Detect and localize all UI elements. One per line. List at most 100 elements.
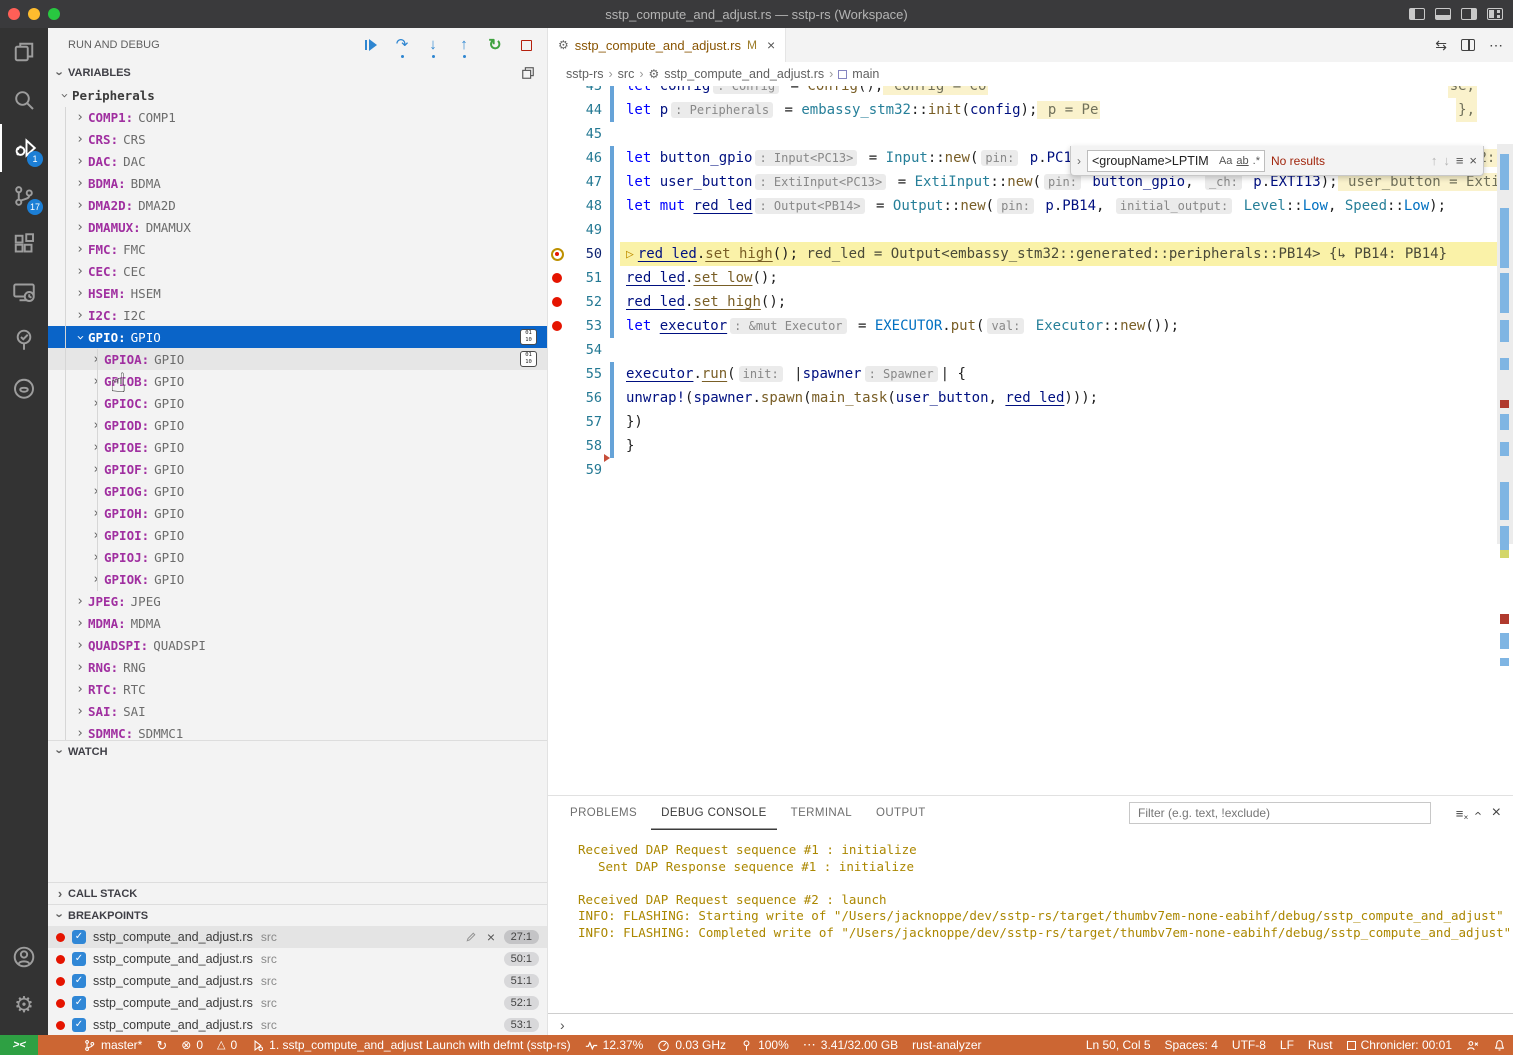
chevron-right-icon[interactable]: › (72, 286, 88, 301)
status-feedback[interactable] (1459, 1035, 1486, 1055)
breakpoint-gutter-icon[interactable] (548, 297, 566, 307)
status-cursor-position[interactable]: Ln 50, Col 5 (1079, 1035, 1158, 1055)
breakpoint-row[interactable]: ✓sstp_compute_and_adjust.rssrc50:1 (48, 948, 547, 970)
code-line-49[interactable]: 49 (548, 218, 1497, 242)
tree-item-i2c[interactable]: ›I2C:I2C (48, 304, 547, 326)
toggle-panel-icon[interactable] (1435, 8, 1451, 20)
status-branch[interactable]: master* (76, 1035, 149, 1055)
status-indentation[interactable]: Spaces: 4 (1158, 1035, 1225, 1055)
continue-button[interactable] (362, 36, 380, 54)
tree-item-dmamux[interactable]: ›DMAMUX:DMAMUX (48, 216, 547, 238)
status-eol[interactable]: LF (1273, 1035, 1301, 1055)
activity-source-control-icon[interactable]: 17 (0, 172, 48, 220)
status-sensor[interactable]: 100% (733, 1035, 796, 1055)
breakpoint-gutter-icon[interactable] (548, 273, 566, 283)
activity-extensions-icon[interactable] (0, 220, 48, 268)
tree-item-mdma[interactable]: ›MDMA:MDMA (48, 612, 547, 634)
chevron-right-icon[interactable]: › (72, 176, 88, 191)
edit-breakpoint-icon[interactable] (465, 931, 477, 943)
tree-item-quadspi[interactable]: ›QUADSPI:QUADSPI (48, 634, 547, 656)
tree-item-gpioa[interactable]: ›GPIOA:GPIO0110 (48, 348, 547, 370)
status-language[interactable]: Rust (1301, 1035, 1340, 1055)
tree-item-rtc[interactable]: ›RTC:RTC (48, 678, 547, 700)
breadcrumb-item[interactable]: sstp-rs (566, 67, 604, 81)
breakpoint-row[interactable]: ✓sstp_compute_and_adjust.rssrc×27:1 (48, 926, 547, 948)
panel-tab-problems[interactable]: PROBLEMS (560, 796, 647, 830)
view-binary-icon[interactable]: 0110 (520, 329, 537, 345)
tab-sstp-compute-and-adjust[interactable]: ⚙ sstp_compute_and_adjust.rs M × (548, 28, 786, 62)
restart-button[interactable]: ↻ (486, 36, 504, 54)
code-line-48[interactable]: 48 let mut red_led: Output<PB14> = Outpu… (548, 194, 1497, 218)
chevron-right-icon[interactable]: › (72, 704, 88, 719)
toggle-secondary-sidebar-icon[interactable] (1461, 8, 1477, 20)
chevron-down-icon[interactable]: › (73, 329, 88, 345)
step-into-button[interactable]: ↓ (424, 36, 442, 54)
status-notifications[interactable] (1486, 1035, 1513, 1055)
tree-item-cec[interactable]: ›CEC:CEC (48, 260, 547, 282)
tree-item-gpiod[interactable]: ›GPIOD:GPIO (48, 414, 547, 436)
chevron-right-icon[interactable]: › (88, 396, 104, 411)
tree-item-rng[interactable]: ›RNG:RNG (48, 656, 547, 678)
console-filter-input[interactable] (1129, 802, 1431, 824)
remote-indicator[interactable]: >< (0, 1035, 38, 1055)
activity-settings-icon[interactable]: ⚙ (0, 981, 48, 1029)
code-line-57[interactable]: 57 }) (548, 410, 1497, 434)
tree-item-gpiof[interactable]: ›GPIOF:GPIO (48, 458, 547, 480)
chevron-right-icon[interactable]: › (88, 374, 104, 389)
chevron-right-icon[interactable]: › (72, 308, 88, 323)
tree-item-gpio[interactable]: ›GPIO:GPIO0110 (48, 326, 547, 348)
chevron-right-icon[interactable]: › (72, 616, 88, 631)
chevron-right-icon[interactable]: › (72, 660, 88, 675)
find-input[interactable]: <groupName>LPTIM Aa ab .* (1087, 150, 1265, 172)
overview-ruler[interactable] (1497, 144, 1513, 795)
code-line-44[interactable]: 44 let p: Peripherals = embassy_stm32::i… (548, 98, 1497, 122)
status-chronicler[interactable]: Chronicler: 00:01 (1340, 1035, 1459, 1055)
watch-section-header[interactable]: ›WATCH (48, 740, 547, 762)
panel-tab-output[interactable]: OUTPUT (866, 796, 936, 830)
chevron-right-icon[interactable]: › (72, 726, 88, 741)
close-tab-icon[interactable]: × (767, 37, 775, 53)
status-errors[interactable]: ⊗0 (174, 1035, 210, 1055)
call-stack-section-header[interactable]: ›CALL STACK (48, 882, 547, 904)
chevron-right-icon[interactable]: › (72, 110, 88, 125)
code-line-52[interactable]: 52 red_led.set_high(); (548, 290, 1497, 314)
breakpoint-row[interactable]: ✓sstp_compute_and_adjust.rssrc52:1 (48, 992, 547, 1014)
customize-layout-icon[interactable] (1487, 8, 1503, 20)
activity-accounts-icon[interactable] (0, 933, 48, 981)
chevron-right-icon[interactable]: › (72, 682, 88, 697)
code-line-53[interactable]: 53 let executor: &mut Executor = EXECUTO… (548, 314, 1497, 338)
activity-remote-explorer-icon[interactable] (0, 268, 48, 316)
tree-item-dac[interactable]: ›DAC:DAC (48, 150, 547, 172)
chevron-right-icon[interactable]: › (72, 264, 88, 279)
chevron-right-icon[interactable]: › (72, 132, 88, 147)
code-line-54[interactable]: 54 (548, 338, 1497, 362)
chevron-right-icon[interactable]: › (88, 506, 104, 521)
debug-console-input[interactable]: › (548, 1013, 1513, 1036)
collapse-all-icon[interactable] (521, 66, 535, 80)
split-editor-icon[interactable] (1461, 39, 1475, 51)
panel-tab-debug-console[interactable]: DEBUG CONSOLE (651, 796, 777, 830)
status-rust-analyzer[interactable]: rust-analyzer (905, 1035, 988, 1055)
tree-item-gpioe[interactable]: ›GPIOE:GPIO (48, 436, 547, 458)
tree-item-gpioh[interactable]: ›GPIOH:GPIO (48, 502, 547, 524)
code-line-45[interactable]: 45 (548, 122, 1497, 146)
chevron-right-icon[interactable]: › (88, 550, 104, 565)
chevron-right-icon[interactable]: › (72, 594, 88, 609)
breadcrumb-item[interactable]: src (618, 67, 635, 81)
code-line-51[interactable]: 51 red_led.set_low(); (548, 266, 1497, 290)
sync-file-icon[interactable]: ⇆ (1435, 37, 1447, 54)
code-area[interactable]: 43 let config: Config = Config(); config… (548, 86, 1513, 795)
status-cpu-usage[interactable]: 12.37% (578, 1035, 651, 1055)
editor-more-actions-icon[interactable]: ⋯ (1489, 37, 1503, 54)
code-line-56[interactable]: 56 unwrap!(spawner.spawn(main_task(user_… (548, 386, 1497, 410)
tree-item-gpioj[interactable]: ›GPIOJ:GPIO (48, 546, 547, 568)
breakpoint-checkbox[interactable]: ✓ (72, 952, 86, 966)
chevron-right-icon[interactable]: › (72, 220, 88, 235)
code-line-43[interactable]: 43 let config: Config = Config(); config… (548, 86, 1497, 98)
breakpoint-gutter-icon[interactable] (548, 248, 566, 261)
tree-item-crs[interactable]: ›CRS:CRS (48, 128, 547, 150)
chevron-right-icon[interactable]: › (88, 352, 104, 367)
breakpoint-checkbox[interactable]: ✓ (72, 1018, 86, 1032)
breadcrumb-item[interactable]: main (852, 67, 879, 81)
chevron-right-icon[interactable]: › (88, 572, 104, 587)
